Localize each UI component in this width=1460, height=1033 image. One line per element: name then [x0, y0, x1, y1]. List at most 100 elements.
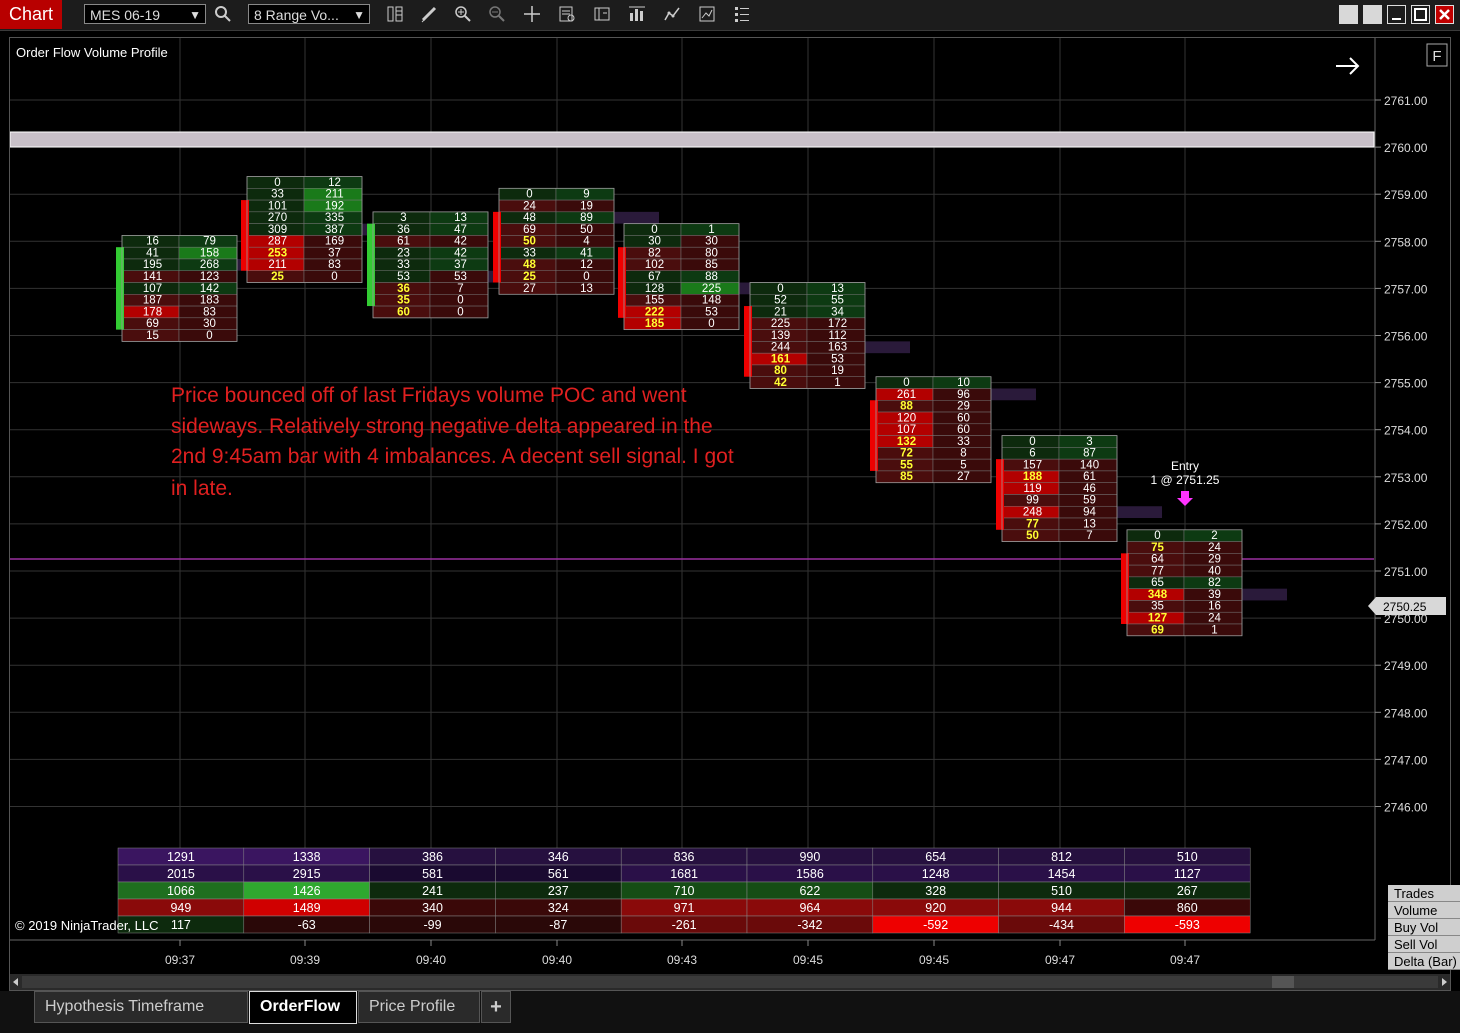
ask-volume: 85	[705, 259, 718, 271]
chart-title-tab[interactable]: Chart	[0, 0, 62, 29]
stats-value: -87	[549, 918, 567, 932]
stats-value: 328	[925, 884, 946, 898]
crosshair-icon[interactable]	[521, 3, 543, 25]
stats-value: 1066	[167, 884, 195, 898]
maximize-icon[interactable]	[1411, 5, 1430, 24]
stats-value: -434	[1049, 918, 1074, 932]
tab-price-profile[interactable]: Price Profile	[358, 991, 480, 1023]
stats-value: 971	[674, 901, 695, 915]
tile-icon[interactable]	[1363, 5, 1382, 24]
templates-icon[interactable]	[696, 3, 718, 25]
ask-volume: 0	[457, 295, 463, 307]
ask-volume: 12	[580, 259, 593, 271]
minimize-icon[interactable]	[1387, 5, 1406, 24]
bid-volume: 6	[1029, 448, 1035, 460]
strategies-icon[interactable]	[591, 3, 613, 25]
delta-strip	[744, 306, 752, 377]
flag-button[interactable]: F	[1426, 43, 1448, 67]
bar-type-selector[interactable]: 8 Range Vo... ▼	[248, 4, 370, 24]
zoom-out-icon[interactable]	[486, 3, 508, 25]
volume-poc-zone	[10, 131, 1375, 148]
chart-trader-icon[interactable]	[661, 3, 683, 25]
instrument-selector[interactable]: MES 06-19 ▼	[84, 4, 206, 24]
ask-volume: 30	[705, 236, 718, 248]
volume-profile-bar	[1117, 506, 1162, 519]
row-label-sell-vol: Sell Vol	[1388, 936, 1460, 953]
ask-volume: 53	[831, 353, 844, 365]
chart-panel[interactable]: 16 79 41 158 195 268 141 123 107 142 187 183 178 83 69…	[9, 37, 1460, 991]
ask-volume: 0	[457, 306, 463, 318]
tab-orderflow[interactable]: OrderFlow	[249, 991, 357, 1024]
data-series-icon[interactable]	[384, 3, 406, 25]
ask-volume: 148	[702, 295, 721, 307]
bid-volume: 69	[523, 224, 536, 236]
zoom-in-icon[interactable]	[452, 3, 474, 25]
bid-volume: 69	[146, 318, 159, 330]
bid-volume: 185	[645, 318, 665, 330]
arrow-right-icon[interactable]	[1336, 57, 1360, 75]
list-icon[interactable]	[731, 3, 753, 25]
bid-volume: 69	[1151, 624, 1164, 636]
bid-volume: 36	[397, 224, 410, 236]
ask-volume: 10	[957, 377, 970, 389]
ask-volume: 13	[580, 283, 593, 295]
ask-volume: 79	[203, 236, 216, 248]
horizontal-scrollbar[interactable]	[10, 974, 1450, 990]
price-label: 2747.00	[1384, 753, 1428, 767]
bid-volume: 35	[1151, 601, 1164, 613]
chevron-down-icon: ▼	[189, 8, 201, 22]
ask-volume: 29	[957, 401, 970, 413]
bid-volume: 85	[900, 471, 913, 483]
ask-volume: 34	[831, 306, 844, 318]
ask-volume: 13	[1083, 518, 1096, 530]
annotation-line: Price bounced off of last Fridays volume…	[171, 384, 687, 407]
bid-volume: 99	[1026, 495, 1039, 507]
bid-volume: 0	[526, 189, 532, 201]
order-flow-chart[interactable]: 16 7941 158195 268141 123107 142187 183178 8369…	[10, 38, 1450, 990]
bid-volume: 348	[1148, 589, 1168, 601]
delta-strip	[367, 223, 375, 307]
ask-volume: 94	[1083, 507, 1096, 519]
ask-volume: 158	[200, 247, 219, 259]
price-label: 2751.00	[1384, 565, 1428, 579]
bid-volume: 161	[771, 353, 791, 365]
properties-icon[interactable]	[556, 3, 578, 25]
ask-volume: 192	[325, 200, 344, 212]
indicators-icon[interactable]	[626, 3, 648, 25]
price-label: 2755.00	[1384, 377, 1428, 391]
bid-volume: 82	[648, 247, 661, 259]
bid-volume: 120	[897, 412, 916, 424]
ask-volume: 12	[328, 177, 341, 189]
ask-volume: 3	[1086, 436, 1092, 448]
time-label: 09:37	[165, 953, 195, 967]
bid-volume: 141	[143, 271, 162, 283]
add-tab-button[interactable]: +	[481, 991, 511, 1023]
stats-value: 581	[422, 867, 443, 881]
bid-volume: 25	[271, 271, 284, 283]
row-label-delta: Delta (Bar)	[1388, 953, 1460, 970]
stats-value: 1586	[796, 867, 824, 881]
bid-volume: 30	[648, 236, 661, 248]
entry-detail: 1 @ 2751.25	[1151, 473, 1220, 487]
row-label-trades: Trades	[1388, 885, 1460, 902]
stats-value: 990	[799, 850, 820, 864]
volume-profile-bar	[865, 341, 910, 354]
stats-value: 1426	[293, 884, 321, 898]
bid-volume: 21	[774, 306, 787, 318]
ask-volume: 82	[1208, 577, 1221, 589]
tab-hypothesis-timeframe[interactable]: Hypothesis Timeframe	[34, 991, 248, 1023]
bid-volume: 52	[774, 295, 787, 307]
stats-value: 340	[422, 901, 443, 915]
restore-icon[interactable]	[1339, 5, 1358, 24]
delta-strip	[493, 211, 501, 283]
bar-type-value: 8 Range Vo...	[254, 7, 339, 23]
drawing-tools-icon[interactable]	[418, 3, 440, 25]
ask-volume: 123	[200, 271, 219, 283]
search-icon[interactable]	[212, 3, 234, 25]
stats-value: 324	[548, 901, 569, 915]
ask-volume: 163	[828, 342, 847, 354]
close-icon[interactable]	[1435, 5, 1454, 24]
bid-volume: 33	[523, 247, 536, 259]
current-price-marker: 2750.25	[1368, 597, 1446, 615]
ask-volume: 1	[708, 224, 714, 236]
